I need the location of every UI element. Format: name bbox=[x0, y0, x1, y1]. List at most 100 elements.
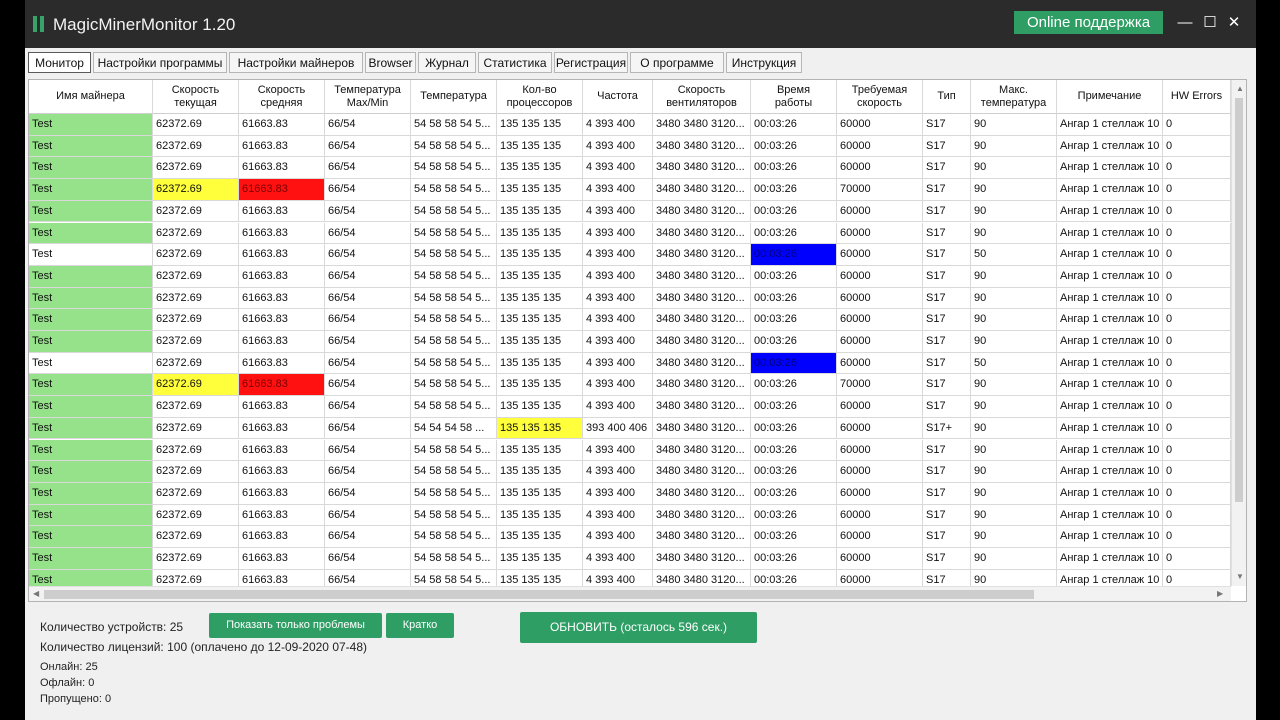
column-header[interactable]: Тип bbox=[923, 80, 971, 114]
table-row[interactable]: Test 62372.69 61663.83 66/54 54 58 58 54 5..… bbox=[29, 309, 1231, 331]
table-cell: 3480 3480 3120... bbox=[653, 179, 751, 201]
table-row[interactable]: Test 62372.69 61663.83 66/54 54 58 58 54 5..… bbox=[29, 396, 1231, 418]
scroll-up-icon[interactable]: ▲ bbox=[1236, 84, 1244, 93]
table-cell: 0 bbox=[1163, 482, 1231, 505]
table-row[interactable]: Test 62372.69 61663.83 66/54 54 58 58 54 5..… bbox=[29, 222, 1231, 245]
vertical-scrollbar[interactable]: ▲ ▼ bbox=[1231, 80, 1246, 586]
column-header[interactable]: Время работы bbox=[751, 80, 837, 114]
refresh-button[interactable]: ОБНОВИТЬ (осталось 596 сек.) bbox=[520, 612, 757, 643]
table-cell: Test bbox=[29, 157, 153, 180]
tab-1[interactable]: Монитор bbox=[28, 52, 91, 73]
show-problems-button[interactable]: Показать только проблемы bbox=[209, 613, 382, 638]
tab-6[interactable]: Статистика bbox=[478, 52, 552, 73]
column-header[interactable]: Температура Max/Min bbox=[325, 80, 411, 114]
table-cell: 3480 3480 3120... bbox=[653, 114, 751, 136]
table-cell: Ангар 1 стеллаж 10 bbox=[1057, 331, 1163, 353]
column-header[interactable]: HW Errors bbox=[1163, 80, 1231, 114]
table-row[interactable]: Test 62372.69 61663.83 66/54 54 58 58 54 5..… bbox=[29, 200, 1231, 223]
tab-4[interactable]: Browser bbox=[365, 52, 416, 73]
table-cell: 90 bbox=[971, 114, 1057, 136]
table-cell: 135 135 135 bbox=[497, 417, 583, 440]
table-cell: 4 393 400 bbox=[583, 179, 653, 201]
table-cell: 00:03:26 bbox=[751, 244, 837, 266]
table-cell: Test bbox=[29, 114, 153, 136]
tab-7[interactable]: Регистрация bbox=[554, 52, 628, 73]
table-row[interactable]: Test 62372.69 61663.83 66/54 54 58 58 54 5..… bbox=[29, 114, 1231, 136]
table-row[interactable]: Test 62372.69 61663.83 66/54 54 58 58 54 5..… bbox=[29, 157, 1231, 180]
table-cell: S17 bbox=[923, 331, 971, 353]
table-cell: 61663.83 bbox=[239, 461, 325, 483]
table-row[interactable]: Test 62372.69 61663.83 66/54 54 58 58 54 5..… bbox=[29, 374, 1231, 397]
table-cell: 62372.69 bbox=[153, 374, 239, 397]
table-row[interactable]: Test 62372.69 61663.83 66/54 54 58 58 54 5..… bbox=[29, 331, 1231, 353]
column-header[interactable]: Скорость текущая bbox=[153, 80, 239, 114]
scroll-left-icon[interactable]: ◀ bbox=[33, 589, 39, 598]
table-row[interactable]: Test 62372.69 61663.83 66/54 54 58 58 54 5..… bbox=[29, 244, 1231, 266]
column-header[interactable]: Кол-во процессоров bbox=[497, 80, 583, 114]
table-cell: S17 bbox=[923, 526, 971, 548]
tab-2[interactable]: Настройки программы bbox=[93, 52, 227, 73]
table-row[interactable]: Test 62372.69 61663.83 66/54 54 58 58 54 5..… bbox=[29, 439, 1231, 462]
table-cell: 66/54 bbox=[325, 439, 411, 462]
table-row[interactable]: Test 62372.69 61663.83 66/54 54 58 58 54 5..… bbox=[29, 352, 1231, 375]
table-row[interactable]: Test 62372.69 61663.83 66/54 54 58 58 54 5..… bbox=[29, 504, 1231, 527]
online-count: Онлайн: 25 bbox=[40, 661, 98, 673]
table-cell: 66/54 bbox=[325, 331, 411, 353]
vertical-scroll-thumb[interactable] bbox=[1235, 98, 1243, 502]
table-cell: 135 135 135 bbox=[497, 114, 583, 136]
table-cell: 60000 bbox=[837, 331, 923, 353]
table-row[interactable]: Test 62372.69 61663.83 66/54 54 58 58 54 5..… bbox=[29, 135, 1231, 158]
table-row[interactable]: Test 62372.69 61663.83 66/54 54 58 58 54 5..… bbox=[29, 287, 1231, 310]
table-row[interactable]: Test 62372.69 61663.83 66/54 54 58 58 54 5..… bbox=[29, 179, 1231, 201]
tab-8[interactable]: О программе bbox=[630, 52, 724, 73]
table-cell: 60000 bbox=[837, 439, 923, 462]
scroll-down-icon[interactable]: ▼ bbox=[1236, 572, 1244, 581]
maximize-icon[interactable]: ☐ bbox=[1199, 12, 1221, 34]
table-cell: S17 bbox=[923, 309, 971, 331]
online-support-button[interactable]: Online поддержка bbox=[1014, 11, 1163, 34]
column-header[interactable]: Скорость вентиляторов bbox=[653, 80, 751, 114]
tab-5[interactable]: Журнал bbox=[418, 52, 476, 73]
table-cell: 61663.83 bbox=[239, 504, 325, 527]
miners-table: Имя майнера Скорость текущая Скорость сред… bbox=[28, 79, 1247, 602]
table-row[interactable]: Test 62372.69 61663.83 66/54 54 58 58 54 5..… bbox=[29, 482, 1231, 505]
table-cell: 4 393 400 bbox=[583, 504, 653, 527]
column-header[interactable]: Скорость средняя bbox=[239, 80, 325, 114]
table-cell: Ангар 1 стеллаж 10 bbox=[1057, 526, 1163, 548]
brief-button[interactable]: Кратко bbox=[386, 613, 454, 638]
table-cell: S17 bbox=[923, 548, 971, 570]
table-cell: 61663.83 bbox=[239, 200, 325, 223]
column-header[interactable]: Требуемая скорость bbox=[837, 80, 923, 114]
table-cell: 4 393 400 bbox=[583, 309, 653, 331]
tab-3[interactable]: Настройки майнеров bbox=[229, 52, 363, 73]
table-row[interactable]: Test 62372.69 61663.83 66/54 54 58 58 54 5..… bbox=[29, 461, 1231, 483]
table-row[interactable]: Test 62372.69 61663.83 66/54 54 58 58 54 5..… bbox=[29, 548, 1231, 570]
table-cell: 0 bbox=[1163, 135, 1231, 158]
scroll-right-icon[interactable]: ▶ bbox=[1217, 589, 1223, 598]
table-cell: 90 bbox=[971, 461, 1057, 483]
table-row[interactable]: Test 62372.69 61663.83 66/54 54 54 54 58 ...… bbox=[29, 417, 1231, 440]
table-row[interactable]: Test 62372.69 61663.83 66/54 54 58 58 54 5..… bbox=[29, 526, 1231, 548]
table-cell: Ангар 1 стеллаж 10 bbox=[1057, 461, 1163, 483]
tab-9[interactable]: Инструкция bbox=[726, 52, 802, 73]
column-header[interactable]: Имя майнера bbox=[29, 80, 153, 114]
close-icon[interactable]: ✕ bbox=[1223, 12, 1245, 34]
table-cell: 00:03:26 bbox=[751, 526, 837, 548]
horizontal-scroll-thumb[interactable] bbox=[44, 590, 1034, 599]
table-row[interactable]: Test 62372.69 61663.83 66/54 54 58 58 54 5..… bbox=[29, 265, 1231, 288]
column-header[interactable]: Макс. температура bbox=[971, 80, 1057, 114]
table-cell: S17 bbox=[923, 461, 971, 483]
column-header[interactable]: Примечание bbox=[1057, 80, 1163, 114]
table-cell: 54 58 58 54 5... bbox=[411, 526, 497, 548]
table-cell: 0 bbox=[1163, 331, 1231, 353]
column-header[interactable]: Частота bbox=[583, 80, 653, 114]
table-cell: Ангар 1 стеллаж 10 bbox=[1057, 352, 1163, 375]
table-cell: Ангар 1 стеллаж 10 bbox=[1057, 309, 1163, 331]
table-cell: 61663.83 bbox=[239, 179, 325, 201]
table-cell: 62372.69 bbox=[153, 331, 239, 353]
minimize-icon[interactable]: — bbox=[1174, 12, 1196, 34]
horizontal-scrollbar[interactable]: ◀ ▶ bbox=[29, 586, 1231, 601]
column-header[interactable]: Температура bbox=[411, 80, 497, 114]
table-cell: 66/54 bbox=[325, 222, 411, 245]
table-header: Имя майнера Скорость текущая Скорость сред… bbox=[29, 80, 1231, 114]
